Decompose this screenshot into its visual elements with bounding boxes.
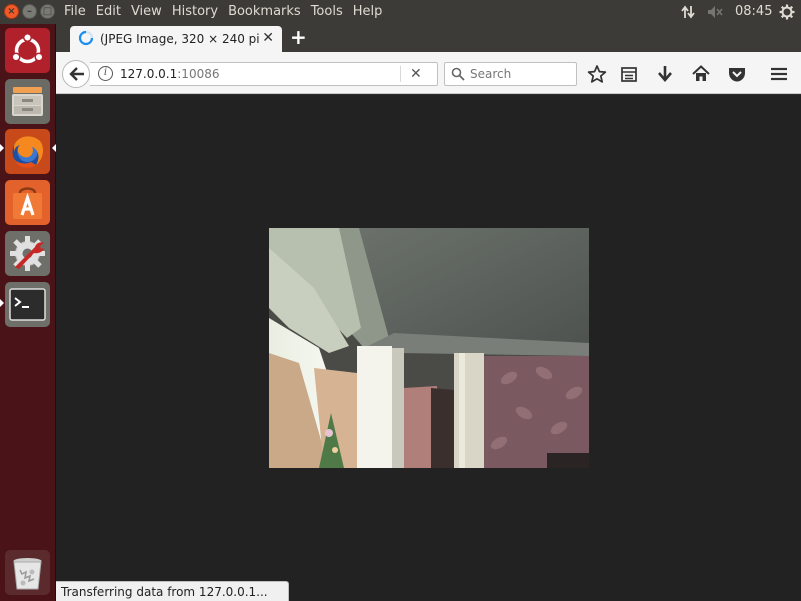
open-menu-button[interactable] [768, 63, 790, 85]
back-arrow-icon [69, 67, 84, 81]
clock[interactable]: 08:45 [735, 3, 772, 20]
library-icon [621, 67, 637, 82]
window-close-button[interactable]: × [4, 4, 19, 19]
menu-edit[interactable]: Edit [96, 3, 121, 20]
home-button[interactable] [690, 63, 712, 85]
tab-jpeg-image[interactable]: (JPEG Image, 320 × 240 pixels) ✕ [70, 26, 282, 52]
pocket-button[interactable] [726, 63, 748, 85]
search-placeholder: Search [470, 67, 512, 81]
unity-launcher [0, 24, 56, 601]
home-icon [692, 65, 710, 81]
firefox-icon[interactable] [5, 129, 50, 174]
desktop-screen: × – □ File Edit View History Bookmarks T… [0, 0, 801, 601]
url-bar[interactable]: i 127.0.0.1:10086 ✕ [90, 62, 438, 86]
loading-spinner-icon [78, 30, 94, 46]
tab-title: (JPEG Image, 320 × 240 pixels) [100, 32, 260, 46]
jpeg-image[interactable] [269, 228, 589, 468]
top-menu-bar: × – □ File Edit View History Bookmarks T… [0, 0, 801, 24]
reading-list-button[interactable] [618, 63, 640, 85]
menu-history[interactable]: History [172, 3, 218, 20]
menu-bookmarks[interactable]: Bookmarks [228, 3, 301, 20]
files-icon[interactable] [5, 79, 50, 124]
url-port: :10086 [177, 67, 220, 81]
system-settings-icon[interactable] [5, 231, 50, 276]
menu-view[interactable]: View [131, 3, 162, 20]
star-icon [587, 65, 607, 83]
software-center-icon[interactable] [5, 180, 50, 225]
downloads-button[interactable] [654, 63, 676, 85]
gear-icon[interactable] [779, 4, 795, 20]
url-host: 127.0.0.1 [120, 67, 178, 81]
new-tab-button[interactable]: + [290, 26, 307, 48]
menu-help[interactable]: Help [353, 3, 383, 20]
download-arrow-icon [658, 66, 672, 82]
status-text: Transferring data from 127.0.0.1... [61, 585, 268, 599]
hamburger-menu-icon [771, 67, 787, 81]
window-maximize-button[interactable]: □ [40, 4, 55, 19]
page-content [56, 95, 801, 601]
app-menu: File Edit View History Bookmarks Tools H… [64, 3, 392, 20]
ubuntu-dash-icon[interactable] [5, 28, 50, 73]
menu-file[interactable]: File [64, 3, 86, 20]
bookmark-star-button[interactable] [586, 63, 608, 85]
network-arrows-icon[interactable] [681, 5, 695, 19]
running-indicator [0, 299, 4, 307]
pocket-icon [729, 68, 745, 82]
status-bar: Transferring data from 127.0.0.1... [56, 581, 289, 601]
menu-tools[interactable]: Tools [311, 3, 343, 20]
stop-button[interactable]: ✕ [410, 65, 422, 83]
trash-icon[interactable] [5, 550, 50, 595]
volume-muted-icon[interactable] [707, 5, 723, 19]
running-indicator [0, 144, 4, 152]
url-text[interactable]: 127.0.0.1:10086 [120, 67, 219, 81]
window-minimize-button[interactable]: – [22, 4, 37, 19]
info-icon[interactable]: i [98, 66, 113, 81]
terminal-icon[interactable] [5, 282, 50, 327]
url-divider [400, 66, 401, 82]
search-icon [451, 67, 465, 81]
tab-close-button[interactable]: ✕ [262, 30, 274, 46]
search-input[interactable]: Search [444, 62, 577, 86]
navigation-toolbar: i 127.0.0.1:10086 ✕ Search [56, 52, 801, 94]
tab-strip: (JPEG Image, 320 × 240 pixels) ✕ + [56, 24, 801, 52]
back-button[interactable] [62, 60, 90, 88]
